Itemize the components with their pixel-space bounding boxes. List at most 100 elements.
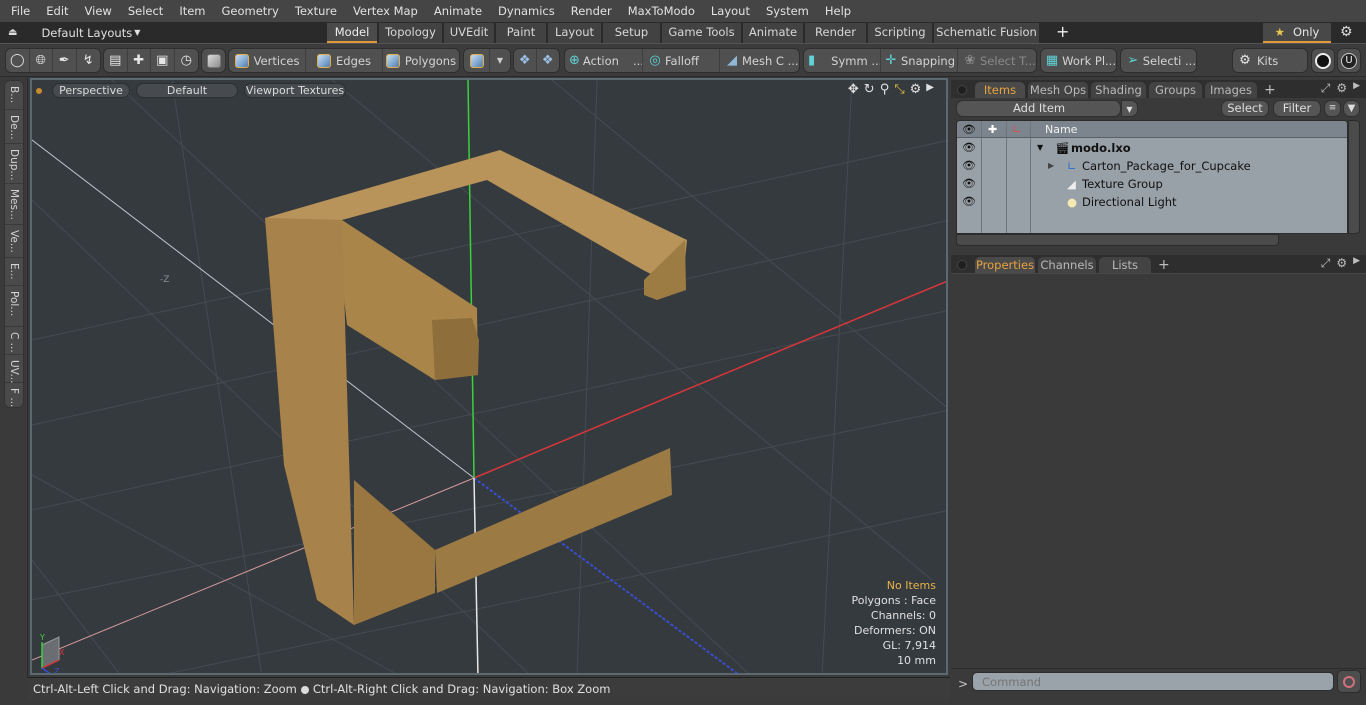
list-options-button[interactable]: ≡	[1324, 100, 1341, 117]
mesh-constraint-button[interactable]: ◢ Mesh C ...	[720, 49, 799, 72]
record-macro-button[interactable]	[1337, 670, 1361, 693]
frame-tool-button[interactable]: ▣	[151, 49, 175, 72]
cross-tool-button[interactable]: ✚	[128, 49, 151, 72]
tab-topology[interactable]: Topology	[379, 23, 442, 43]
dial-tool-button[interactable]: ◷	[175, 49, 198, 72]
tab-model[interactable]: Model	[327, 23, 377, 43]
3d-viewport[interactable]: Y X Z -Z Perspective Default Viewport Te…	[30, 78, 948, 675]
selection-sets-button[interactable]: ➢ Selecti ...	[1121, 49, 1196, 72]
add-tab-button[interactable]: +	[1056, 22, 1069, 42]
shading-mode-button[interactable]: Default	[136, 83, 238, 98]
eye-icon[interactable]: 👁︎	[962, 193, 976, 211]
panel-dot-icon[interactable]	[957, 260, 967, 270]
type-column[interactable]: ∟	[1007, 121, 1031, 137]
panel-arrow-icon[interactable]: ▶	[1353, 256, 1360, 271]
menu-dynamics[interactable]: Dynamics	[490, 0, 563, 22]
stack-tool-button[interactable]: ▤	[104, 49, 128, 72]
filter-funnel-button[interactable]: ▼	[1343, 100, 1360, 117]
unreal-button[interactable]: U	[1338, 49, 1360, 72]
command-input[interactable]	[972, 672, 1334, 691]
work-plane-button[interactable]: ▦ Work Pl...	[1041, 49, 1116, 72]
pen-tool-button[interactable]: ✒	[53, 49, 77, 72]
item-row-light[interactable]: 👁︎ ● Directional Light	[957, 193, 1347, 211]
item-row-scene[interactable]: 👁︎ ▼ 🎬︎ modo.lxo	[957, 139, 1347, 157]
panel-gear-icon[interactable]: ⚙	[1336, 81, 1347, 96]
menu-animate[interactable]: Animate	[426, 0, 490, 22]
name-column-header[interactable]: Name	[1045, 121, 1077, 138]
polygons-button[interactable]: Polygons	[383, 49, 459, 72]
vtab-edge[interactable]: E...	[5, 258, 23, 286]
falloff-button[interactable]: ◎ Falloff	[643, 49, 720, 72]
add-panel-tab-button[interactable]: +	[1158, 257, 1170, 273]
eye-icon[interactable]: 👁︎	[962, 139, 976, 157]
menu-geometry[interactable]: Geometry	[214, 0, 287, 22]
filter-button[interactable]: Filter	[1273, 100, 1321, 117]
menu-texture[interactable]: Texture	[287, 0, 345, 22]
panel-gear-icon[interactable]: ⚙	[1336, 256, 1347, 271]
viewport-textures-button[interactable]: Viewport Textures	[244, 83, 346, 98]
tab-lists[interactable]: Lists	[1099, 257, 1151, 273]
tab-items[interactable]: Items	[975, 82, 1025, 98]
move-view-icon[interactable]: ✥	[848, 82, 859, 97]
tab-game-tools[interactable]: Game Tools	[662, 23, 741, 43]
gear-icon[interactable]: ⚙	[1340, 22, 1353, 43]
viewport-menu-arrow-icon[interactable]: ▶	[926, 82, 934, 97]
tab-animate[interactable]: Animate	[743, 23, 803, 43]
action-center-button[interactable]: ⊕ Action...	[565, 49, 643, 72]
menu-file[interactable]: File	[0, 0, 38, 22]
vtab-mesh-edit[interactable]: Mes...	[5, 184, 23, 225]
tab-render[interactable]: Render	[805, 23, 866, 43]
vertices-button[interactable]: Vertices	[229, 49, 306, 72]
rotate-view-icon[interactable]: ↻	[864, 82, 875, 97]
vtab-fusion[interactable]: F ...	[5, 383, 23, 409]
viewport-status-dot[interactable]	[36, 87, 42, 94]
vtab-duplicate[interactable]: Dup...	[5, 144, 23, 184]
tab-images[interactable]: Images	[1205, 82, 1257, 98]
vtab-vertex[interactable]: Ve...	[5, 225, 23, 258]
items-vertical-scrollbar[interactable]	[1348, 120, 1360, 234]
maximize-view-icon[interactable]: ⤡	[894, 82, 904, 97]
vtab-curve[interactable]: C ...	[5, 327, 23, 355]
menu-system[interactable]: System	[758, 0, 817, 22]
mode-dropdown-button[interactable]: ▼	[490, 49, 510, 72]
lock-column[interactable]: ✚	[982, 121, 1007, 137]
menu-render[interactable]: Render	[563, 0, 620, 22]
eye-icon[interactable]: 👁︎	[962, 157, 976, 175]
local-transform-button[interactable]: ❖	[537, 49, 559, 72]
items-horizontal-scrollbar[interactable]	[956, 234, 1279, 246]
world-transform-button[interactable]: ❖	[514, 49, 537, 72]
vtab-deform[interactable]: De...	[5, 110, 23, 144]
kits-button[interactable]: ⚙ Kits	[1233, 49, 1307, 72]
zoom-view-icon[interactable]: ⚲	[880, 82, 890, 97]
menu-item[interactable]: Item	[171, 0, 213, 22]
menu-layout[interactable]: Layout	[703, 0, 758, 22]
menu-view[interactable]: View	[77, 0, 120, 22]
eject-icon[interactable]: ⏏	[8, 27, 17, 38]
add-item-button[interactable]: Add Item	[956, 100, 1121, 117]
expand-panel-icon[interactable]: ⤢	[1321, 256, 1331, 271]
collapsed-arrow-icon[interactable]: ▶	[1048, 157, 1054, 175]
layouts-dropdown[interactable]: ⏏ Default Layouts ▼	[8, 22, 140, 43]
snapping-button[interactable]: ✛ Snapping	[881, 49, 958, 72]
viewport-scene[interactable]: Y X Z	[32, 80, 948, 675]
path-tool-button[interactable]: ↯	[77, 49, 100, 72]
select-circle-button[interactable]: ◯	[6, 49, 30, 72]
select-sphere-button[interactable]: 🌐︎	[30, 49, 53, 72]
menu-edit[interactable]: Edit	[38, 0, 76, 22]
tab-schematic-fusion[interactable]: Schematic Fusion	[934, 23, 1039, 43]
expand-arrow-icon[interactable]: ▼	[1037, 139, 1043, 157]
tab-channels[interactable]: Channels	[1038, 257, 1096, 273]
select-through-button[interactable]: ❀ Select T...	[958, 49, 1036, 72]
only-toggle[interactable]: ★ Only	[1263, 23, 1331, 43]
view-mode-button[interactable]: Perspective	[52, 83, 130, 98]
symmetry-button[interactable]: ▮ Symm ...	[804, 49, 881, 72]
item-row-mesh[interactable]: 👁︎ ▶ ∟ Carton_Package_for_Cupcake	[957, 157, 1347, 175]
menu-select[interactable]: Select	[120, 0, 171, 22]
tab-shading[interactable]: Shading	[1091, 82, 1146, 98]
vtab-uv[interactable]: UV...	[5, 355, 23, 384]
expand-panel-icon[interactable]: ⤢	[1321, 81, 1331, 96]
select-button[interactable]: Select	[1221, 100, 1269, 117]
edges-button[interactable]: Edges	[306, 49, 383, 72]
tab-setup[interactable]: Setup	[603, 23, 660, 43]
item-mode-button[interactable]	[202, 49, 225, 72]
